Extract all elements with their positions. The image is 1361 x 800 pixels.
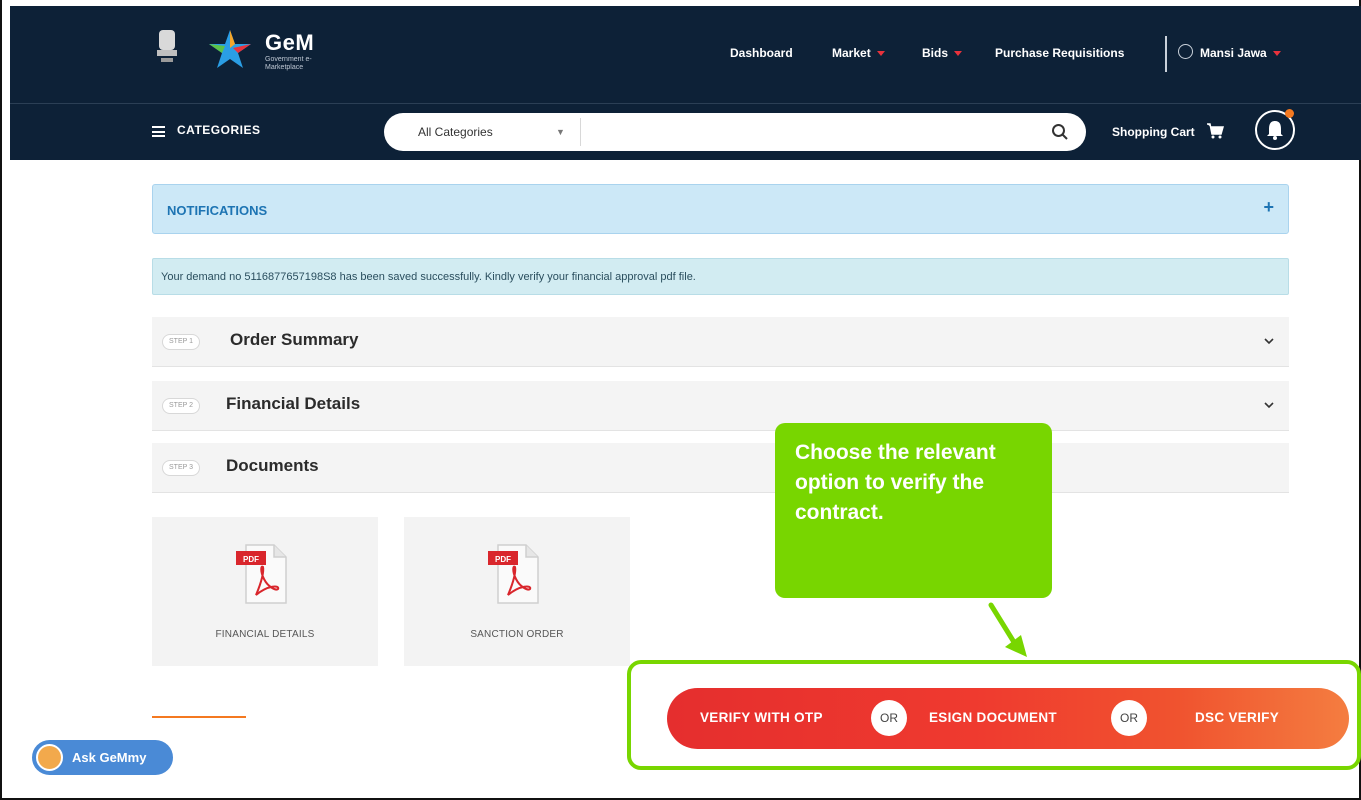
nav-dashboard[interactable]: Dashboard <box>730 46 793 60</box>
brand-name[interactable]: GeM <box>265 30 314 56</box>
nav-divider <box>1165 36 1167 72</box>
step-badge: STEP 3 <box>162 460 200 476</box>
brand-subtitle: Government e-Marketplace <box>265 56 312 71</box>
chevron-down-icon <box>1272 51 1281 57</box>
verify-options-bar: VERIFY WITH OTP OR ESIGN DOCUMENT OR DSC… <box>667 688 1349 749</box>
step-title: Order Summary <box>230 330 359 349</box>
nav-market[interactable]: Market <box>832 46 885 60</box>
user-menu[interactable]: Mansi Jawa <box>1200 46 1281 60</box>
search-bar-row: CATEGORIES All Categories ▼ Shopping Car… <box>10 103 1361 160</box>
document-label: SANCTION ORDER <box>470 629 564 640</box>
categories-button[interactable]: CATEGORIES <box>177 123 260 137</box>
document-label: FINANCIAL DETAILS <box>215 629 315 640</box>
top-header: GeM Government e-Marketplace Dashboard M… <box>10 6 1361 103</box>
instruction-callout: Choose the relevant option to verify the… <box>775 423 1052 598</box>
chevron-down-icon[interactable] <box>1263 335 1275 347</box>
verify-otp-button[interactable]: VERIFY WITH OTP <box>700 710 823 725</box>
chevron-down-icon[interactable] <box>1263 399 1275 411</box>
national-emblem-icon <box>157 30 177 62</box>
gemmy-avatar-icon <box>36 744 63 771</box>
document-card-financial-details[interactable]: PDF FINANCIAL DETAILS <box>152 517 378 666</box>
step-badge: STEP 1 <box>162 334 200 350</box>
category-select[interactable]: All Categories <box>418 125 493 139</box>
alert-message: Your demand no 5116877657198S8 has been … <box>161 271 696 283</box>
step-badge: STEP 2 <box>162 398 200 414</box>
step-title: Documents <box>226 456 319 475</box>
shopping-cart-link[interactable]: Shopping Cart <box>1112 125 1195 139</box>
ask-gemmy-button[interactable]: Ask GeMmy <box>32 740 173 775</box>
step-title: Financial Details <box>226 394 361 413</box>
chevron-down-icon <box>876 51 885 57</box>
step-documents[interactable]: STEP 3 Documents <box>152 443 1289 493</box>
notification-badge <box>1285 109 1294 118</box>
notifications-panel[interactable]: NOTIFICATIONS + <box>152 184 1289 234</box>
search-icon[interactable] <box>1051 123 1069 141</box>
svg-text:PDF: PDF <box>243 555 259 564</box>
nav-bids[interactable]: Bids <box>922 46 963 60</box>
chevron-down-icon: ▼ <box>556 127 565 137</box>
ask-gemmy-label: Ask GeMmy <box>72 750 147 765</box>
cart-icon[interactable] <box>1206 123 1224 139</box>
orange-divider <box>152 716 246 718</box>
step-financial-details[interactable]: STEP 2 Financial Details <box>152 381 1289 431</box>
arrow-down-right-icon <box>988 602 1027 657</box>
dsc-verify-button[interactable]: DSC VERIFY <box>1195 710 1279 725</box>
user-icon <box>1178 44 1193 59</box>
pdf-icon: PDF <box>236 544 287 604</box>
nav-purchase-requisitions[interactable]: Purchase Requisitions <box>995 46 1124 60</box>
chevron-down-icon <box>954 51 963 57</box>
page: GeM Government e-Marketplace Dashboard M… <box>0 0 1361 800</box>
expand-icon[interactable]: + <box>1263 197 1274 218</box>
hamburger-menu-icon[interactable] <box>152 126 165 137</box>
esign-document-button[interactable]: ESIGN DOCUMENT <box>929 710 1057 725</box>
or-separator: OR <box>871 700 907 736</box>
pdf-icon: PDF <box>488 544 539 604</box>
search-input[interactable]: All Categories ▼ <box>384 113 1086 151</box>
notifications-title: NOTIFICATIONS <box>167 203 268 218</box>
svg-text:PDF: PDF <box>495 555 511 564</box>
gem-logo-icon <box>209 30 251 68</box>
step-order-summary[interactable]: STEP 1 Order Summary <box>152 317 1289 367</box>
search-divider <box>580 118 581 146</box>
or-separator: OR <box>1111 700 1147 736</box>
document-card-sanction-order[interactable]: PDF SANCTION ORDER <box>404 517 630 666</box>
success-alert: Your demand no 5116877657198S8 has been … <box>152 258 1289 295</box>
